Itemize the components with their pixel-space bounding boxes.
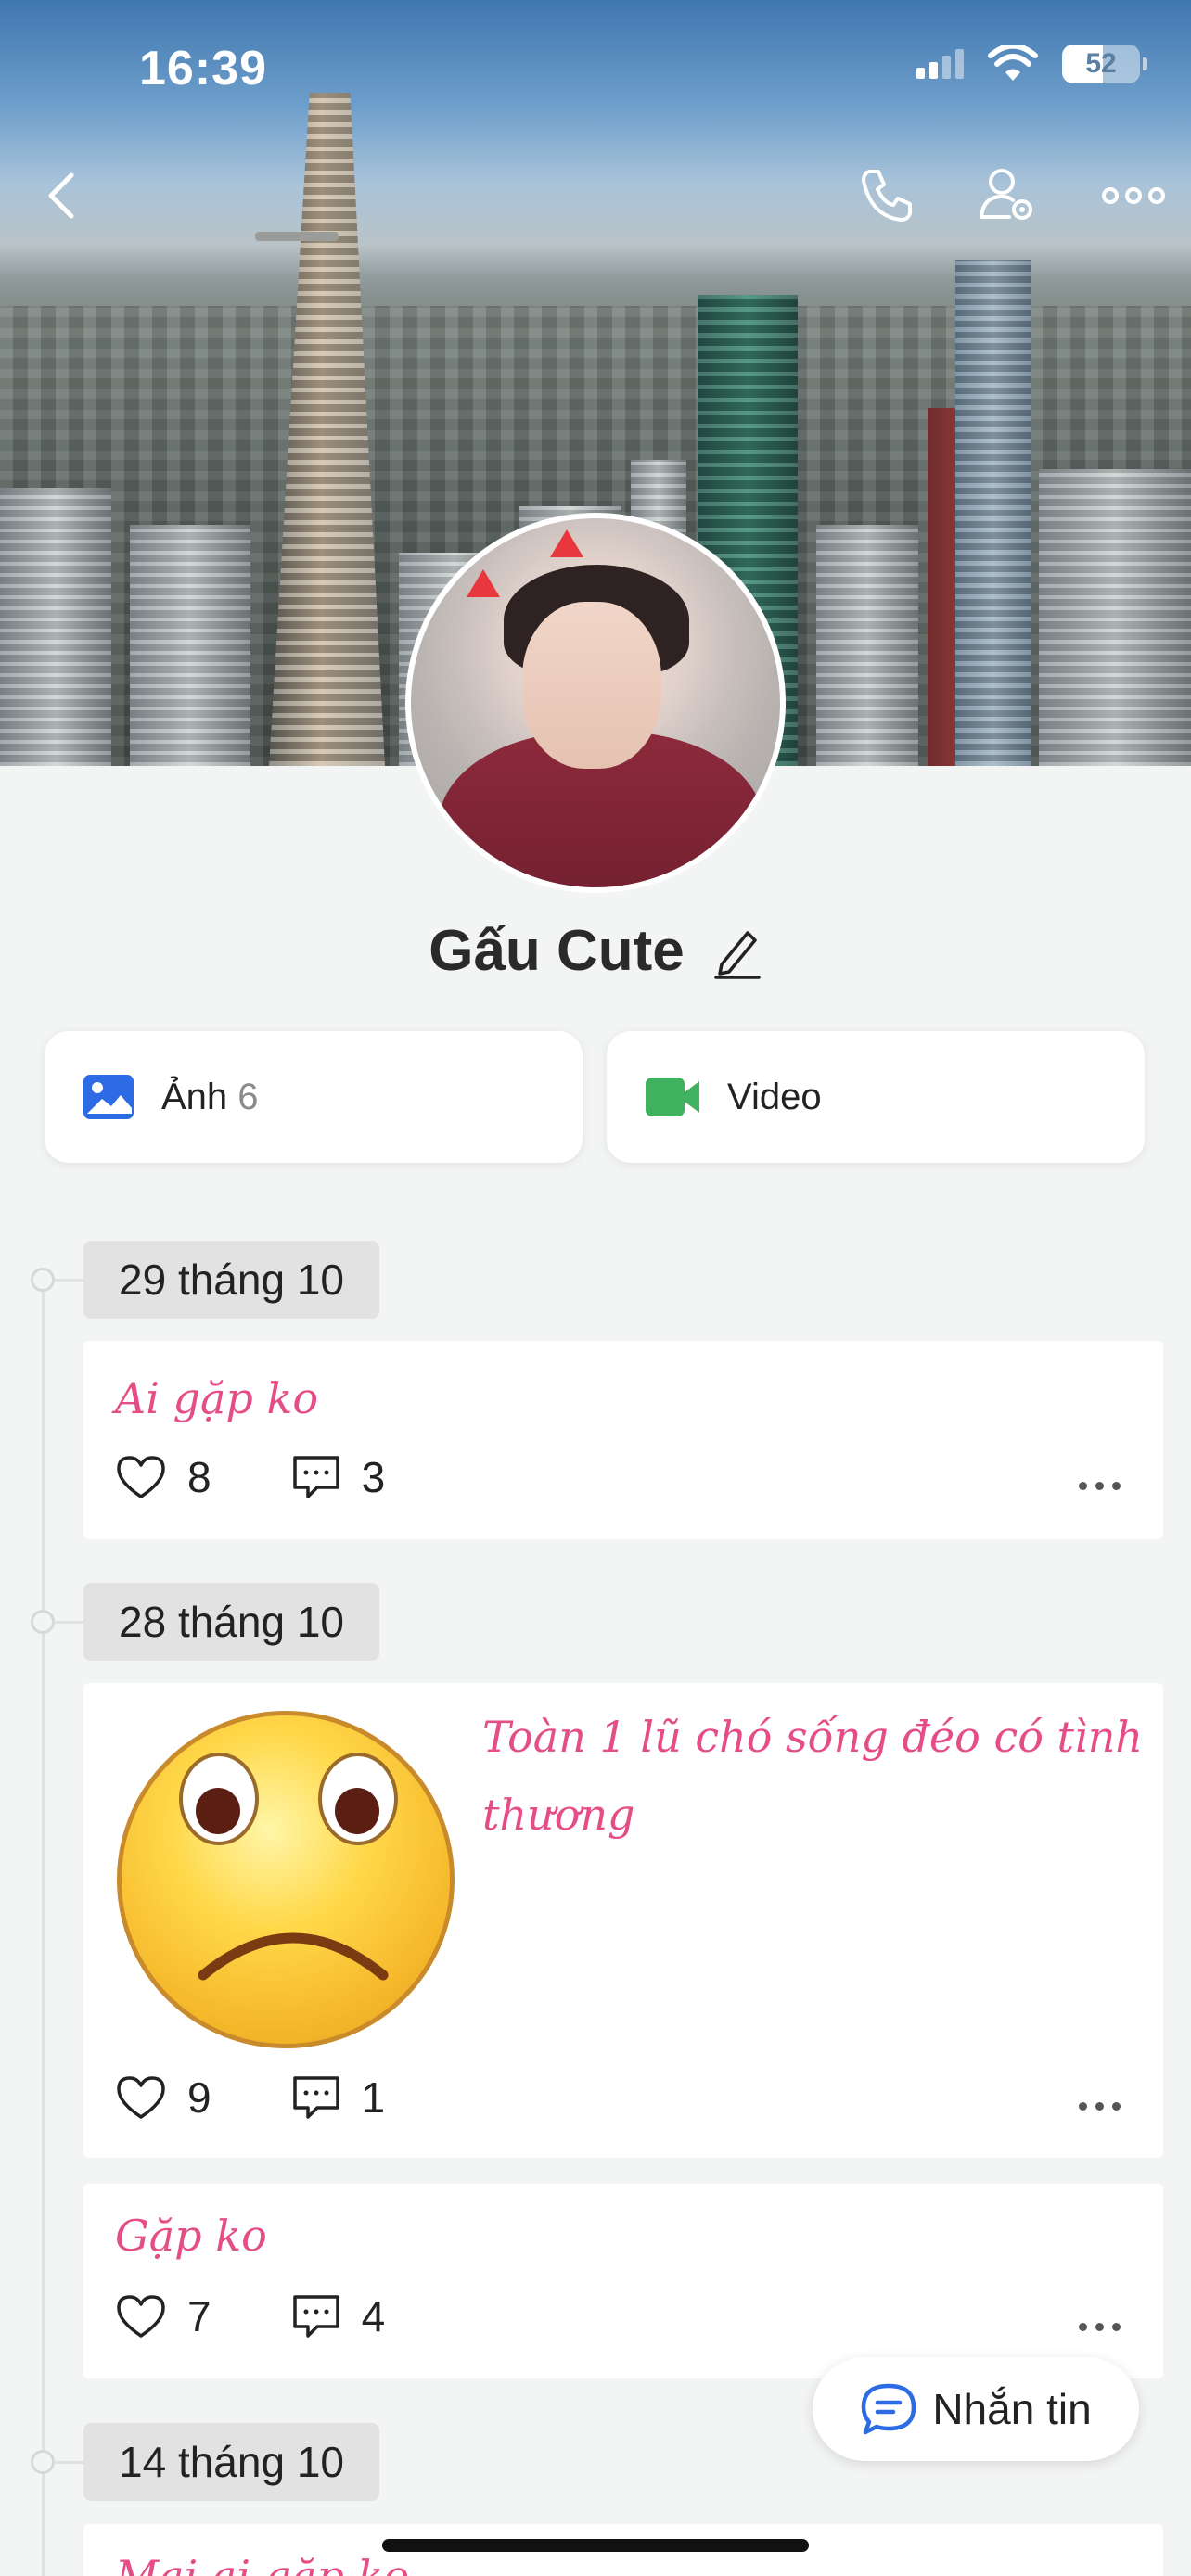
date-chip: 29 tháng 10 (83, 1241, 380, 1319)
heart-icon (117, 2295, 165, 2338)
post-text: Gặp ko (115, 2211, 267, 2261)
videos-card[interactable]: Video (607, 1031, 1145, 1163)
photos-count: 6 (237, 1076, 259, 1117)
call-button[interactable] (853, 163, 918, 228)
like-button[interactable]: 9 (115, 2072, 211, 2123)
chevron-left-icon (48, 172, 74, 219)
avatar[interactable] (405, 513, 786, 893)
post-text: Ai gặp ko (115, 1373, 319, 1423)
pencil-icon[interactable] (712, 924, 762, 979)
more-options-button[interactable] (1096, 163, 1171, 228)
timeline-line (42, 1280, 45, 2576)
post-more-button[interactable] (1079, 2323, 1121, 2331)
post-more-button[interactable] (1079, 1482, 1121, 1490)
message-button[interactable]: Nhắn tin (813, 2357, 1139, 2461)
photo-icon (83, 1075, 134, 1119)
heart-icon (117, 1456, 165, 1498)
status-time: 16:39 (139, 42, 267, 96)
user-gear-icon (980, 169, 1032, 220)
post-text: Mai ai gặp ko (115, 2551, 410, 2576)
post-card[interactable]: Toàn 1 lũ chó sống đéo có tình thương 9 … (83, 1683, 1163, 2158)
like-count: 8 (187, 1453, 211, 1501)
wifi-icon (988, 45, 1038, 81)
comment-icon (292, 2295, 339, 2338)
date-chip: 28 tháng 10 (83, 1583, 380, 1661)
battery-level: 52 (1085, 48, 1117, 79)
cellular-signal-icon (916, 49, 964, 79)
profile-name: Gấu Cute (429, 919, 685, 983)
date-chip: 14 tháng 10 (83, 2423, 380, 2501)
videos-label: Video (727, 1076, 822, 1117)
comment-button[interactable]: 1 (291, 2072, 386, 2123)
comment-count: 1 (361, 2073, 386, 2122)
photos-label: Ảnh (161, 1076, 228, 1117)
like-button[interactable]: 8 (115, 1452, 211, 1502)
like-button[interactable]: 7 (115, 2291, 211, 2341)
like-count: 7 (187, 2292, 211, 2340)
comment-count: 4 (361, 2292, 386, 2340)
post-card[interactable]: Ai gặp ko 8 3 (83, 1341, 1163, 1539)
heart-icon (117, 2076, 165, 2119)
profile-name-row: Gấu Cute (0, 918, 1191, 984)
video-camera-icon (646, 1078, 699, 1116)
profile-settings-button[interactable] (976, 163, 1041, 228)
photos-card[interactable]: Ảnh 6 (45, 1031, 583, 1163)
post-text: thương (482, 1790, 635, 1840)
chat-bubble-icon (862, 2383, 916, 2435)
message-button-label: Nhắn tin (932, 2385, 1092, 2433)
comment-button[interactable]: 3 (291, 1452, 386, 1502)
ellipsis-icon (1102, 187, 1165, 204)
home-indicator (382, 2539, 809, 2552)
sad-face-emoji[interactable] (117, 1711, 455, 2048)
post-text: Toàn 1 lũ chó sống đéo có tình (482, 1712, 1143, 1762)
status-indicators: 52 (916, 45, 1147, 83)
profile-page: 16:39 52 Gấu Cute Ảnh 6 Video 29 tháng 1… (0, 0, 1191, 2576)
comment-icon (292, 1456, 339, 1498)
phone-icon (862, 170, 912, 222)
battery-icon: 52 (1062, 45, 1147, 83)
comment-count: 3 (361, 1453, 386, 1501)
comment-icon (292, 2076, 339, 2119)
like-count: 9 (187, 2073, 211, 2122)
post-more-button[interactable] (1079, 2102, 1121, 2111)
post-card[interactable]: Gặp ko 7 4 (83, 2184, 1163, 2378)
comment-button[interactable]: 4 (291, 2291, 386, 2341)
back-button[interactable] (28, 163, 93, 228)
